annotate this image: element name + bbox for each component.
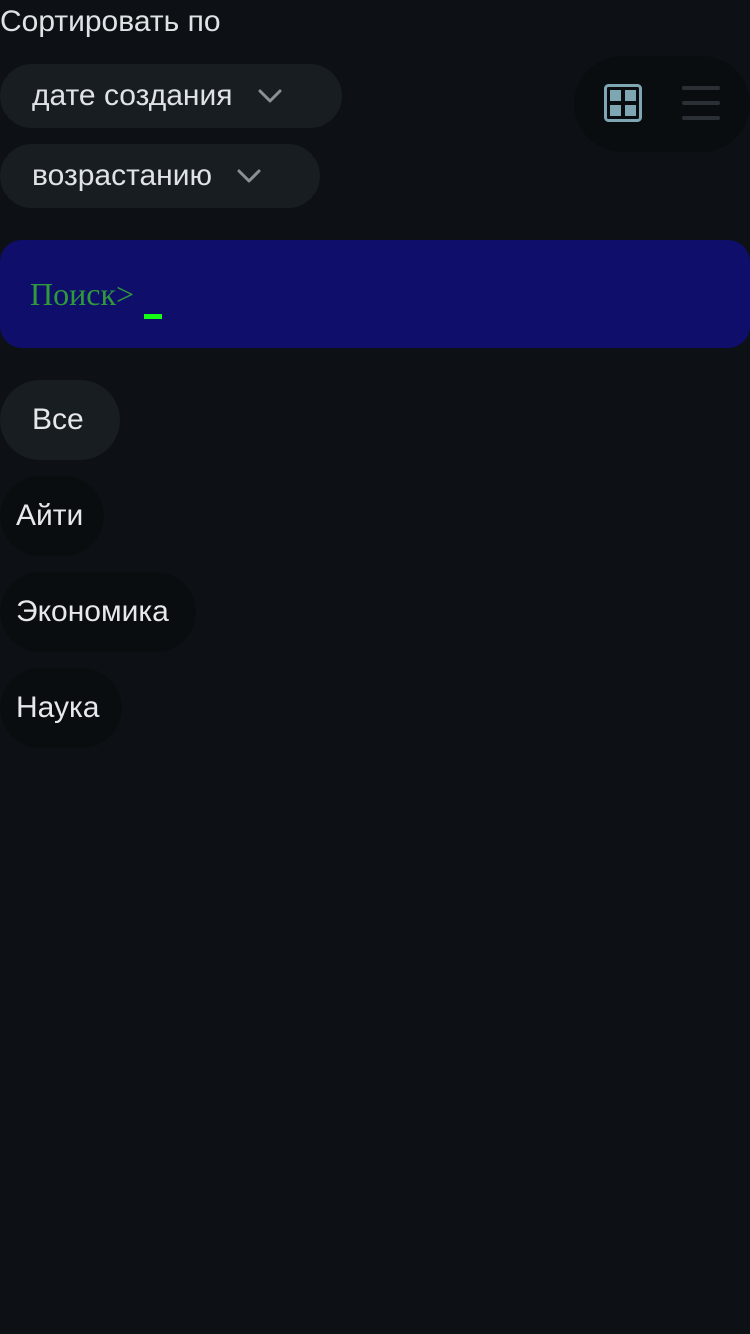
view-toggle [574,56,750,152]
sort-field-value: дате создания [32,79,233,112]
chevron-down-icon [237,169,261,183]
search-input[interactable]: Поиск> [0,240,750,348]
chevron-down-icon [258,89,281,103]
category-chip-label: Экономика [16,595,169,628]
category-chip-it[interactable]: Айти [0,476,104,556]
grid-icon[interactable] [604,84,642,122]
category-chip-all[interactable]: Все [0,380,120,460]
category-chip-label: Айти [16,499,84,532]
sort-order-value: возрастанию [32,159,212,192]
text-cursor [144,313,163,319]
category-chip-science[interactable]: Наука [0,668,122,748]
search-prompt: Поиск> [30,275,135,312]
category-chip-economy[interactable]: Экономика [0,572,196,652]
page: Сортировать по дате создания возрастанию… [0,0,750,1334]
category-chip-label: Наука [16,691,100,724]
sort-field-select[interactable]: дате создания [0,64,342,128]
category-chip-label: Все [32,403,84,436]
list-icon[interactable] [682,86,720,120]
sort-order-select[interactable]: возрастанию [0,144,320,208]
sort-label: Сортировать по [0,5,221,38]
